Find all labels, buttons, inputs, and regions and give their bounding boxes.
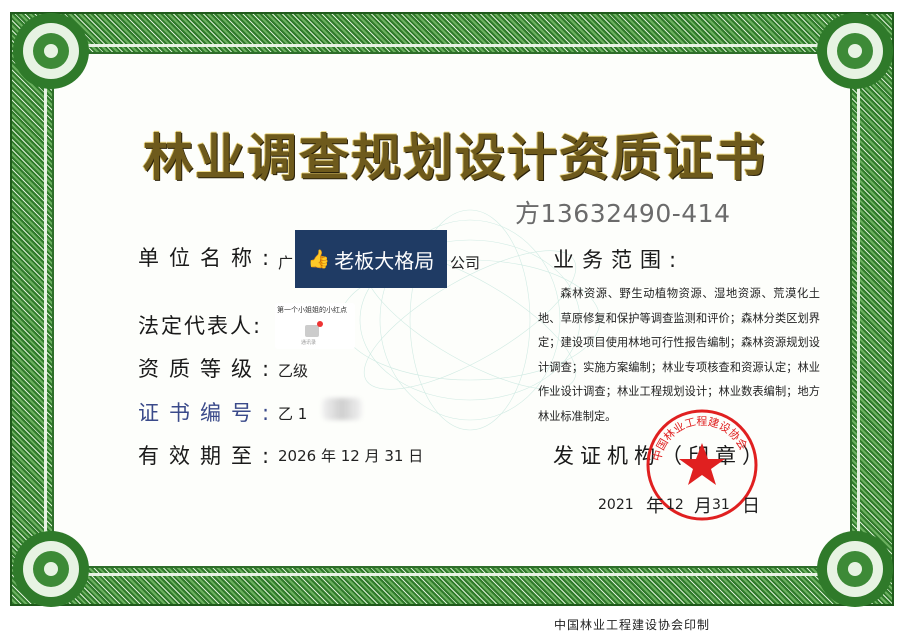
corner-ornament-icon	[817, 13, 893, 89]
printer-credit: 中国林业工程建设协会印制	[554, 618, 711, 632]
unit-name-prefix: 广	[278, 254, 294, 272]
redacted-blur	[322, 398, 362, 420]
notification-dot	[317, 321, 323, 327]
overlay-badge-text: 老板大格局	[334, 248, 435, 273]
overlay-badge: 👍 老板大格局	[295, 230, 447, 288]
issue-month-unit: 月	[694, 496, 712, 517]
unit-name-suffix: 公司	[450, 254, 481, 272]
grade-value: 乙级	[278, 362, 309, 380]
issue-day-unit: 日	[742, 496, 760, 517]
watermark-phone: 方13632490-414	[515, 199, 731, 228]
unit-name-label: 单位名称:	[138, 246, 280, 270]
thumbs-up-icon: 👍	[307, 248, 331, 270]
certificate-title: 林业调查规划设计资质证书	[143, 128, 767, 187]
contacts-icon	[305, 325, 319, 337]
issue-year: 2021	[598, 497, 634, 513]
legal-rep-label: 法定代表人:	[138, 314, 263, 338]
miniapp-popup: 第一个小姐姐的小红点 通讯录	[275, 303, 355, 349]
validity-value: 2026 年 12 月 31 日	[278, 447, 424, 465]
corner-ornament-icon	[13, 13, 89, 89]
scope-label: 业务范围:	[553, 248, 685, 272]
cert-no-value: 乙 1	[278, 405, 308, 423]
issue-month: 12	[666, 497, 684, 513]
corner-ornament-icon	[13, 531, 89, 607]
grade-label: 资质等级:	[138, 357, 280, 381]
miniapp-title: 第一个小姐姐的小红点	[277, 306, 347, 314]
issue-day: 31	[712, 497, 730, 513]
cert-no-label: 证书编号:	[138, 401, 280, 425]
validity-label: 有效期至:	[138, 444, 280, 468]
corner-ornament-icon	[817, 531, 893, 607]
certificate: 林业调查规划设计资质证书 方13632490-414 单位名称: 广 公司 法定…	[0, 0, 906, 632]
miniapp-sub: 通讯录	[301, 340, 317, 346]
issue-year-unit: 年	[646, 496, 664, 517]
